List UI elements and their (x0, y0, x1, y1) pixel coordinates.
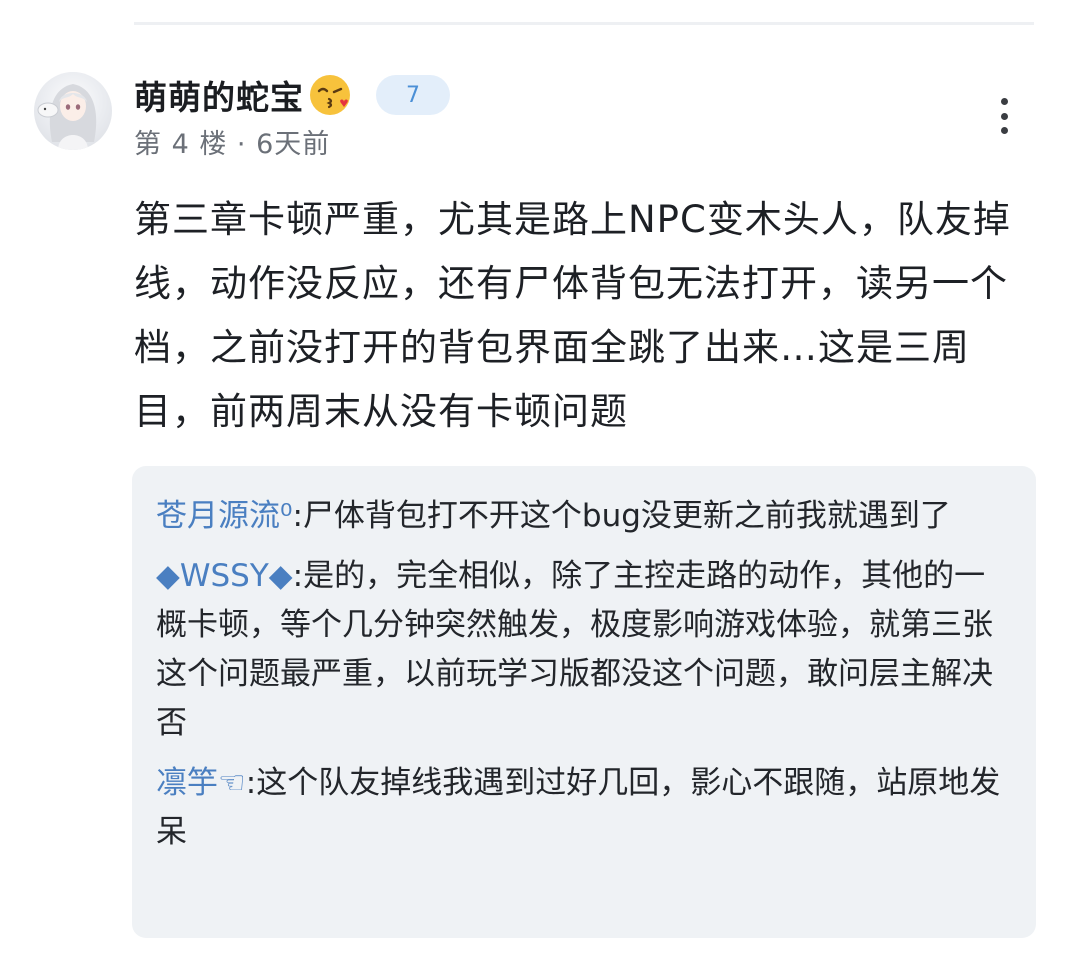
reply-list[interactable]: 苍月源流⁰:尸体背包打不开这个bug没更新之前我就遇到了 ◆WSSY◆:是的，完… (132, 466, 1036, 938)
user-header: 萌萌的蛇宝 7 (134, 70, 450, 120)
more-dot (1000, 112, 1008, 120)
comment-floor: 萌萌的蛇宝 7 第 4 楼 · 6天前 第三章卡顿严重，尤其是路上NPC变木头人… (0, 0, 1080, 961)
more-options-button[interactable] (988, 94, 1020, 138)
reply-separator: : (292, 558, 304, 594)
floor-meta: 第 4 楼 · 6天前 (134, 129, 331, 160)
level-badge: 7 (376, 75, 450, 115)
reply-author[interactable]: 苍月源流⁰ (156, 498, 292, 534)
reply-separator: : (292, 498, 303, 534)
reply-item[interactable]: ◆WSSY◆:是的，完全相似，除了主控走路的动作，其他的一概卡顿，等个几分钟突然… (156, 552, 1012, 748)
more-dot (1000, 98, 1008, 105)
reply-item[interactable]: 苍月源流⁰:尸体背包打不开这个bug没更新之前我就遇到了 (156, 492, 1012, 541)
comment-content: 第三章卡顿严重，尤其是路上NPC变木头人，队友掉线，动作没反应，还有尸体背包无法… (134, 198, 1011, 433)
avatar-image (37, 84, 97, 150)
kissing-face-emoji-icon (308, 73, 352, 117)
username[interactable]: 萌萌的蛇宝 (134, 71, 304, 119)
avatar[interactable] (34, 72, 112, 150)
reply-item[interactable]: 凛竽☜:这个队友掉线我遇到过好几回，影心不跟随，站原地发呆 (156, 759, 1012, 857)
reply-text: 这个队友掉线我遇到过好几回，影心不跟随，站原地发呆 (156, 765, 1001, 850)
reply-author[interactable]: ◆WSSY◆ (156, 558, 293, 594)
reply-separator: : (245, 765, 257, 801)
more-dot (1000, 127, 1008, 134)
reply-text: 尸体背包打不开这个bug没更新之前我就遇到了 (302, 498, 951, 534)
reply-author[interactable]: 凛竽☜ (156, 765, 246, 801)
